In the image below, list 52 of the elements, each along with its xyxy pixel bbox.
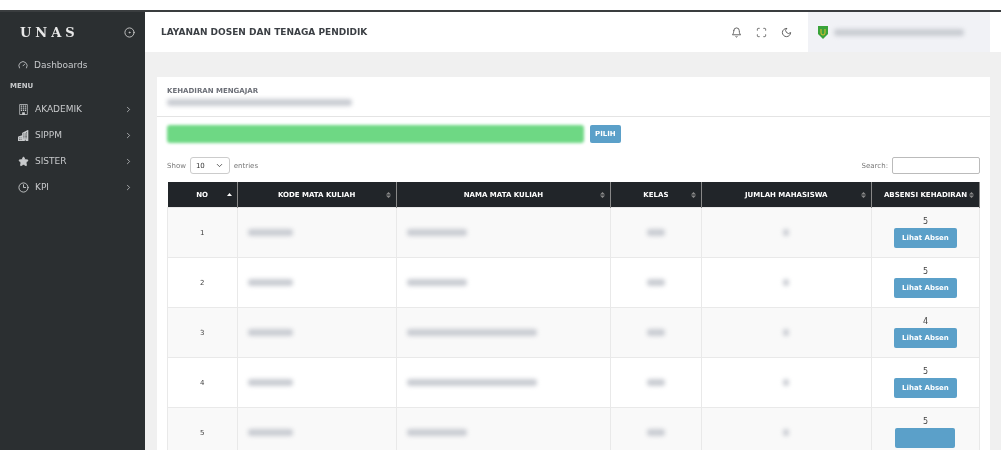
building-icon (18, 103, 29, 115)
blurred-text (646, 429, 665, 436)
sidebar-item[interactable]: AKADEMIK (35, 104, 118, 114)
blurred-text (406, 229, 467, 236)
sort-icon (385, 192, 391, 198)
attendance-count: 5 (921, 417, 929, 426)
attendance-count: 5 (921, 367, 929, 376)
blurred-text (406, 429, 467, 436)
buildings-icon (18, 129, 29, 141)
attendance-count: 5 (921, 267, 929, 276)
bell-icon[interactable] (731, 26, 742, 38)
sort-icon (969, 192, 974, 198)
attendance-count: 5 (921, 217, 929, 226)
blurred-text (247, 229, 293, 236)
logo: UNAS (20, 24, 79, 40)
sort-icon (690, 192, 696, 198)
blurred-text (646, 279, 665, 286)
blurred-text (247, 279, 293, 286)
sidebar-item[interactable]: SISTER (35, 156, 118, 166)
blurred-text (783, 279, 790, 286)
shield-logo-icon (818, 25, 828, 39)
sort-icon (860, 192, 866, 198)
chevron-icon (214, 161, 224, 170)
gauge-icon (18, 60, 28, 70)
blurred-text (646, 229, 665, 236)
blurred-text (406, 279, 467, 286)
moon-icon[interactable] (781, 26, 792, 38)
blurred-text (783, 429, 790, 436)
sort-icon (600, 192, 606, 198)
sidebar-item[interactable]: SIPPM (35, 130, 118, 140)
blurred-text (646, 379, 665, 386)
blurred-text (247, 429, 293, 436)
star-icon (18, 155, 29, 167)
chevron-icon (124, 130, 133, 140)
attendance-count: 4 (921, 317, 929, 326)
sort-asc-icon (226, 192, 232, 197)
chevron-icon (124, 182, 133, 192)
blurred-text (783, 229, 790, 236)
blurred-text (247, 379, 293, 386)
sidebar-item[interactable]: KPI (35, 182, 118, 192)
chevron-icon (124, 156, 133, 166)
search-field[interactable] (892, 157, 980, 174)
page-title: LAYANAN DOSEN DAN TENAGA PENDIDIK (161, 27, 369, 37)
blurred-text (646, 329, 665, 336)
blurred-text (783, 329, 790, 336)
blurred-text (247, 329, 293, 336)
clock-icon (18, 181, 29, 193)
fullscreen-icon[interactable] (756, 26, 767, 38)
chevron-icon (124, 104, 133, 114)
sidebar-item[interactable]: Dashboards (0, 52, 145, 78)
blurred-text (783, 379, 790, 386)
toggle-icon[interactable] (124, 26, 135, 38)
